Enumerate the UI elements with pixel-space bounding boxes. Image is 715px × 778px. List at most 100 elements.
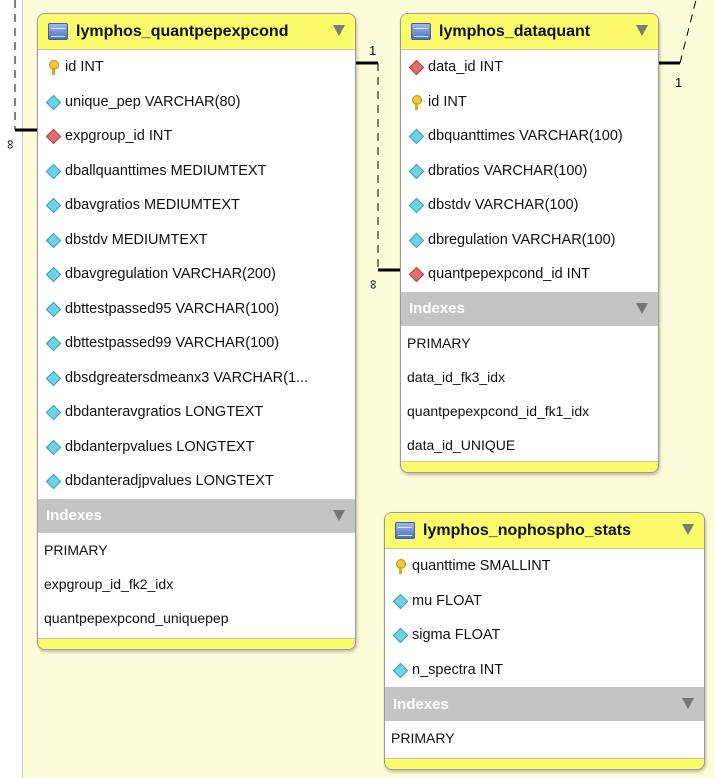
column-row[interactable]: dbratios VARCHAR(100) xyxy=(401,154,658,189)
column-icon xyxy=(46,371,60,385)
column-row[interactable]: dbttestpassed99 VARCHAR(100) xyxy=(38,326,355,361)
index-row[interactable]: quantpepexpcond_uniquepep xyxy=(38,601,355,635)
index-row[interactable]: expgroup_id_fk2_idx xyxy=(38,567,355,601)
column-label: quantpepexpcond_id INT xyxy=(428,266,591,283)
column-icon xyxy=(46,302,60,316)
column-icon xyxy=(46,233,60,247)
column-row[interactable]: data_id INT xyxy=(401,50,658,85)
table-title: lymphos_nophospho_stats xyxy=(423,521,632,539)
column-icon xyxy=(46,164,60,178)
column-icon xyxy=(46,198,60,212)
index-row[interactable]: data_id_UNIQUE xyxy=(401,428,658,462)
table-footer xyxy=(385,758,704,769)
column-label: dbdanterpvalues LONGTEXT xyxy=(65,438,255,455)
column-row[interactable]: dbstdv MEDIUMTEXT xyxy=(38,223,355,258)
column-icon xyxy=(46,267,60,281)
column-row[interactable]: dballquanttimes MEDIUMTEXT xyxy=(38,154,355,189)
column-row[interactable]: quantpepexpcond_id INT xyxy=(401,257,658,292)
index-row[interactable]: PRIMARY xyxy=(38,533,355,567)
column-label: unique_pep VARCHAR(80) xyxy=(65,93,241,110)
column-label: dbstdv MEDIUMTEXT xyxy=(65,231,208,248)
column-icon xyxy=(46,95,60,109)
table-icon xyxy=(48,23,68,40)
collapse-arrow-icon[interactable] xyxy=(636,25,648,36)
collapse-arrow-icon[interactable] xyxy=(333,509,345,521)
column-label: dbttestpassed95 VARCHAR(100) xyxy=(65,300,280,317)
column-row[interactable]: id INT xyxy=(401,85,658,120)
index-row[interactable]: PRIMARY xyxy=(401,326,658,360)
column-row[interactable]: dbdanteravgratios LONGTEXT xyxy=(38,395,355,430)
relation-cardinality-mid-one: 1 xyxy=(369,43,377,58)
table-title: lymphos_dataquant xyxy=(439,22,591,40)
column-label: dbregulation VARCHAR(100) xyxy=(428,231,616,248)
column-icon xyxy=(46,336,60,350)
table-lymphos-nophospho-stats[interactable]: lymphos_nophospho_stats quanttime SMALLI… xyxy=(384,512,705,770)
table-footer xyxy=(38,638,355,649)
index-row[interactable]: PRIMARY xyxy=(385,721,704,755)
index-row[interactable]: quantpepexpcond_id_fk1_idx xyxy=(401,394,658,428)
column-row[interactable]: quanttime SMALLINT xyxy=(385,549,704,584)
relation-cardinality-right-one: 1 xyxy=(675,75,683,90)
column-row[interactable]: dbdanteradjpvalues LONGTEXT xyxy=(38,464,355,499)
primary-key-icon xyxy=(393,559,407,575)
column-icon xyxy=(46,474,60,488)
column-row[interactable]: dbavgratios MEDIUMTEXT xyxy=(38,188,355,223)
column-label: dbdanteravgratios LONGTEXT xyxy=(65,404,264,421)
column-icon xyxy=(393,628,407,642)
foreign-key-icon xyxy=(409,267,423,281)
column-row[interactable]: dbttestpassed95 VARCHAR(100) xyxy=(38,292,355,327)
column-label: dbavgregulation VARCHAR(200) xyxy=(65,266,276,283)
column-label: dballquanttimes MEDIUMTEXT xyxy=(65,162,267,179)
column-row[interactable]: dbregulation VARCHAR(100) xyxy=(401,223,658,258)
indexes-title: Indexes xyxy=(46,507,102,524)
column-label: mu FLOAT xyxy=(412,592,482,609)
table-lymphos-quantpepexpcond[interactable]: lymphos_quantpepexpcond id INT unique_pe… xyxy=(37,13,356,650)
collapse-arrow-icon[interactable] xyxy=(682,698,694,709)
column-label: id INT xyxy=(428,93,467,110)
foreign-key-icon xyxy=(409,60,423,74)
column-row[interactable]: dbavgregulation VARCHAR(200) xyxy=(38,257,355,292)
column-label: n_spectra INT xyxy=(412,661,504,678)
primary-key-icon xyxy=(409,94,423,110)
relation-cardinality-mid-many: ∞ xyxy=(365,279,381,290)
column-row[interactable]: sigma FLOAT xyxy=(385,618,704,653)
column-label: dbttestpassed99 VARCHAR(100) xyxy=(65,335,280,352)
column-icon xyxy=(409,129,423,143)
foreign-key-icon xyxy=(46,129,60,143)
column-label: dbdanteradjpvalues LONGTEXT xyxy=(65,473,274,490)
column-row[interactable]: unique_pep VARCHAR(80) xyxy=(38,85,355,120)
column-row[interactable]: dbdanterpvalues LONGTEXT xyxy=(38,430,355,465)
column-row[interactable]: dbsdgreatersdmeanx3 VARCHAR(1... xyxy=(38,361,355,396)
table-lymphos-dataquant[interactable]: lymphos_dataquant data_id INT id INT dbq… xyxy=(400,13,659,473)
column-label: data_id INT xyxy=(428,59,503,76)
collapse-arrow-icon[interactable] xyxy=(636,302,648,314)
column-label: dbstdv VARCHAR(100) xyxy=(428,197,579,214)
table-icon xyxy=(395,522,415,539)
table-header[interactable]: lymphos_dataquant xyxy=(401,14,658,50)
column-row[interactable]: n_spectra INT xyxy=(385,653,704,688)
collapse-arrow-icon[interactable] xyxy=(333,25,345,36)
collapse-arrow-icon[interactable] xyxy=(682,524,694,535)
column-row[interactable]: dbquanttimes VARCHAR(100) xyxy=(401,119,658,154)
column-icon xyxy=(409,233,423,247)
table-footer xyxy=(401,461,658,472)
column-icon xyxy=(46,405,60,419)
relation-cardinality-left-many: ∞ xyxy=(2,139,18,150)
column-label: id INT xyxy=(65,59,104,76)
column-icon xyxy=(393,594,407,608)
column-row[interactable]: dbstdv VARCHAR(100) xyxy=(401,188,658,223)
indexes-header[interactable]: Indexes xyxy=(38,498,355,533)
index-row[interactable]: data_id_fk3_idx xyxy=(401,360,658,394)
table-header[interactable]: lymphos_quantpepexpcond xyxy=(38,14,355,50)
indexes-header[interactable]: Indexes xyxy=(401,291,658,326)
column-icon xyxy=(409,198,423,212)
table-title: lymphos_quantpepexpcond xyxy=(76,22,289,40)
column-row[interactable]: mu FLOAT xyxy=(385,584,704,619)
column-icon xyxy=(393,663,407,677)
column-row[interactable]: expgroup_id INT xyxy=(38,119,355,154)
column-label: sigma FLOAT xyxy=(412,627,501,644)
indexes-header[interactable]: Indexes xyxy=(385,687,704,721)
column-row[interactable]: id INT xyxy=(38,50,355,85)
table-header[interactable]: lymphos_nophospho_stats xyxy=(385,513,704,549)
primary-key-icon xyxy=(46,60,60,76)
